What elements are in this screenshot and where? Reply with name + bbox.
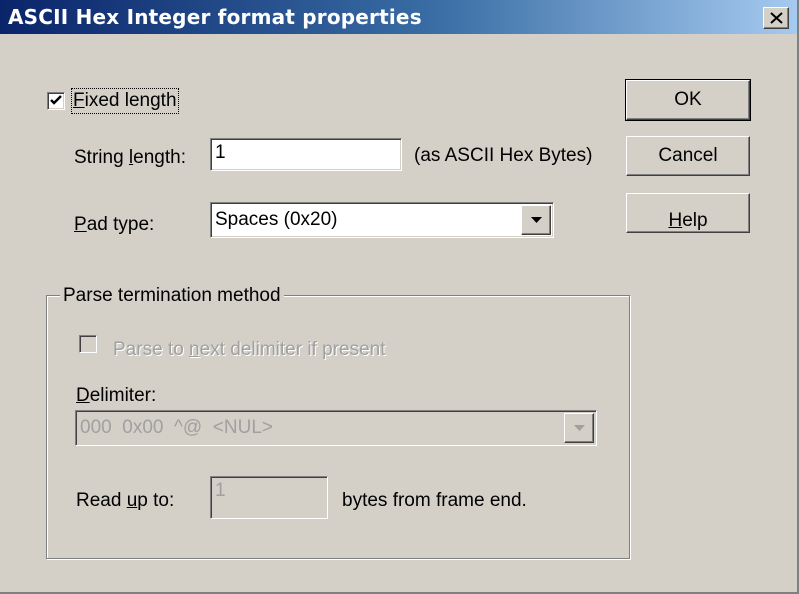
pad-type-select[interactable]: Spaces (0x20) [210, 202, 554, 238]
cancel-button[interactable]: Cancel [626, 136, 750, 176]
help-button-label: Help [668, 210, 708, 231]
parse-delimiter-label: Parse to next delimiter if present [113, 339, 386, 360]
delimiter-value: 000 0x00 ^@ <NUL> [80, 417, 273, 438]
fixed-length-checkbox[interactable] [47, 92, 65, 110]
pad-type-value: Spaces (0x20) [215, 209, 338, 230]
close-icon [770, 12, 783, 24]
chevron-down-icon [531, 217, 542, 223]
string-length-unit: (as ASCII Hex Bytes) [414, 145, 593, 166]
ok-button[interactable]: OK [625, 79, 751, 121]
delimiter-label: Delimiter: [76, 385, 157, 406]
chevron-down-icon [574, 425, 585, 431]
fixed-length-label-text: ixed length [84, 90, 177, 111]
ok-button-label: OK [674, 89, 702, 110]
fixed-length-label[interactable]: Fixed length [71, 88, 179, 114]
cancel-button-label: Cancel [658, 145, 718, 166]
close-button[interactable] [763, 7, 789, 29]
string-length-label: String length: [74, 147, 186, 168]
title-bar: ASCII Hex Integer format properties [0, 0, 797, 34]
delimiter-dropdown-button[interactable] [564, 413, 594, 443]
fixed-length-mnemonic: F [73, 90, 85, 111]
parse-delimiter-checkbox[interactable] [79, 335, 97, 353]
read-up-to-suffix: bytes from frame end. [342, 490, 527, 511]
read-up-to-input[interactable]: 1 [210, 476, 328, 519]
format-properties-dialog: ASCII Hex Integer format properties Fixe… [0, 0, 799, 594]
pad-type-dropdown-button[interactable] [521, 205, 551, 235]
delimiter-select[interactable]: 000 0x00 ^@ <NUL> [75, 410, 597, 446]
parse-termination-title: Parse termination method [60, 285, 284, 307]
pad-type-label: Pad type: [74, 214, 155, 235]
read-up-to-label: Read up to: [76, 490, 175, 511]
string-length-input[interactable]: 1 [210, 138, 402, 171]
checkmark-icon [50, 95, 62, 105]
window-title: ASCII Hex Integer format properties [8, 5, 422, 29]
help-button[interactable]: Help [626, 193, 750, 233]
